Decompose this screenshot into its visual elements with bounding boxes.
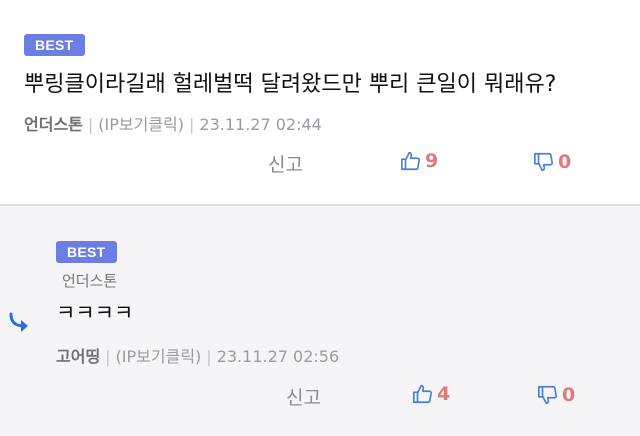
reply-upvote-button[interactable]: 4: [412, 383, 450, 405]
reply-downvote-count: 0: [562, 384, 576, 406]
comment-author[interactable]: 언더스톤: [24, 115, 83, 134]
best-comment: BEST 뿌링클이라길래 헐레벌떡 달려왔드만 뿌리 큰일이 뭐래유? 언더스톤…: [0, 0, 640, 204]
reply-timestamp: 23.11.27 02:56: [216, 347, 340, 366]
reply-ip-view-link[interactable]: (IP보기클릭): [116, 347, 202, 366]
best-badge: BEST: [24, 34, 85, 56]
reply-meta: 고어띵 | (IP보기클릭) | 23.11.27 02:56: [56, 347, 340, 366]
reply-upvote-count: 4: [437, 383, 451, 405]
reply-arrow-icon: [8, 312, 32, 338]
reply-report-button[interactable]: 신고: [286, 383, 321, 410]
comment-timestamp: 23.11.27 02:44: [199, 115, 322, 134]
reply-author[interactable]: 고어띵: [56, 347, 100, 366]
downvote-button[interactable]: 0: [533, 151, 571, 173]
ip-view-link[interactable]: (IP보기클릭): [98, 115, 184, 134]
upvote-button[interactable]: 9: [400, 150, 438, 172]
comment-text: 뿌링클이라길래 헐레벌떡 달려왔드만 뿌리 큰일이 뭐래유?: [24, 72, 557, 97]
downvote-count: 0: [558, 151, 572, 173]
thumbs-up-icon: [413, 384, 433, 404]
report-button[interactable]: 신고: [268, 150, 303, 177]
thumbs-down-icon: [538, 385, 558, 405]
reply-best-badge: BEST: [56, 241, 117, 263]
thumbs-down-icon: [534, 152, 554, 172]
comment-meta: 언더스톤 | (IP보기클릭) | 23.11.27 02:44: [24, 115, 322, 134]
reply-parent-author: 언더스톤: [62, 272, 118, 290]
reply-text: ㅋㅋㅋㅋ: [56, 301, 134, 325]
upvote-count: 9: [425, 150, 439, 172]
thumbs-up-icon: [401, 151, 421, 171]
reply-downvote-button[interactable]: 0: [537, 384, 575, 406]
